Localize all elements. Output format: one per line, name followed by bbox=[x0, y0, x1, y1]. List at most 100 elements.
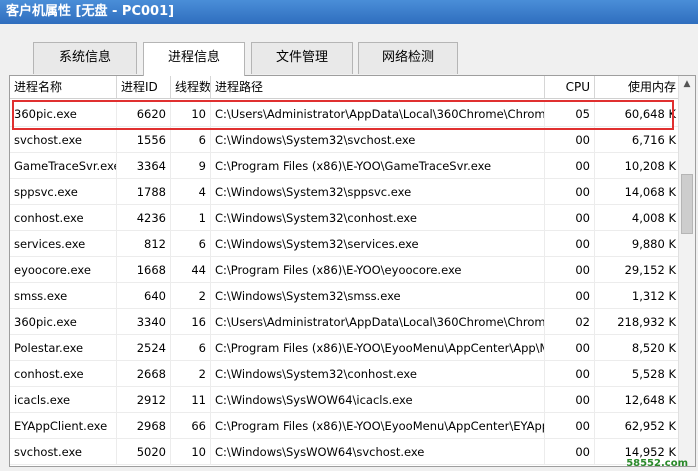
cell-threads: 2 bbox=[171, 283, 211, 309]
tab-process-info[interactable]: 进程信息 bbox=[143, 42, 245, 76]
cell-path: C:\Users\Administrator\AppData\Local\360… bbox=[211, 101, 545, 127]
process-table-panel: 进程名称 进程ID 线程数 进程路径 CPU 使用内存 360pic.exe 66… bbox=[9, 75, 696, 467]
table-row[interactable]: eyoocore.exe 1668 44 C:\Program Files (x86)… bbox=[10, 257, 680, 283]
column-header-threads[interactable]: 线程数 bbox=[171, 76, 211, 98]
cell-path: C:\Windows\System32\services.exe bbox=[211, 231, 545, 257]
cell-pid: 1668 bbox=[117, 257, 171, 283]
cell-threads: 10 bbox=[171, 101, 211, 127]
cell-cpu: 00 bbox=[545, 231, 595, 257]
cell-pid: 1788 bbox=[117, 179, 171, 205]
table-row[interactable]: smss.exe 640 2 C:\Windows\System32\smss.exe… bbox=[10, 283, 680, 309]
cell-name: smss.exe bbox=[10, 283, 117, 309]
cell-memory: 62,952 K bbox=[624, 419, 676, 433]
table-row[interactable]: Polestar.exe 2524 6 C:\Program Files (x86)\… bbox=[10, 335, 680, 361]
cell-pid: 4236 bbox=[117, 205, 171, 231]
cell-path: C:\Program Files (x86)\E-YOO\eyoocore.ex… bbox=[211, 257, 545, 283]
tab-network-check[interactable]: 网络检测 bbox=[358, 42, 458, 74]
cell-pid: 2524 bbox=[117, 335, 171, 361]
tab-file-manager[interactable]: 文件管理 bbox=[251, 42, 353, 74]
cell-cpu: 00 bbox=[545, 387, 595, 413]
cell-path: C:\Windows\System32\conhost.exe bbox=[211, 205, 545, 231]
table-row[interactable]: conhost.exe 4236 1 C:\Windows\System32\conh… bbox=[10, 205, 680, 231]
cell-threads: 2 bbox=[171, 361, 211, 387]
vertical-scrollbar[interactable]: ▲ bbox=[678, 76, 695, 466]
cell-cpu: 00 bbox=[545, 153, 595, 179]
cell-threads: 9 bbox=[171, 153, 211, 179]
cell-path: C:\Program Files (x86)\E-YOO\GameTraceSv… bbox=[211, 153, 545, 179]
cell-memory: 10,208 K bbox=[624, 159, 676, 173]
cell-cpu: 02 bbox=[545, 309, 595, 335]
cell-cpu: 00 bbox=[545, 413, 595, 439]
table-row[interactable]: EYAppClient.exe 2968 66 C:\Program Files (x… bbox=[10, 413, 680, 439]
cell-path: C:\Windows\System32\svchost.exe bbox=[211, 127, 545, 153]
watermark: 58552.com bbox=[626, 458, 688, 469]
cell-cpu: 00 bbox=[545, 335, 595, 361]
table-row[interactable]: svchost.exe 1556 6 C:\Windows\System32\svch… bbox=[10, 127, 680, 153]
scrollbar-thumb[interactable] bbox=[681, 174, 693, 234]
cell-name: conhost.exe bbox=[10, 361, 117, 387]
cell-cpu: 00 bbox=[545, 439, 595, 465]
table-row[interactable]: 360pic.exe 3340 16 C:\Users\Administrator\A… bbox=[10, 309, 680, 335]
cell-name: Polestar.exe bbox=[10, 335, 117, 361]
cell-cpu: 00 bbox=[545, 257, 595, 283]
column-header-name[interactable]: 进程名称 bbox=[10, 76, 117, 98]
cell-threads: 1 bbox=[171, 205, 211, 231]
cell-threads: 11 bbox=[171, 387, 211, 413]
cell-cpu: 00 bbox=[545, 205, 595, 231]
cell-threads: 66 bbox=[171, 413, 211, 439]
cell-name: sppsvc.exe bbox=[10, 179, 117, 205]
cell-path: C:\Users\Administrator\AppData\Local\360… bbox=[211, 309, 545, 335]
tab-bar: 系统信息 进程信息 文件管理 网络检测 bbox=[0, 24, 698, 76]
cell-cpu: 00 bbox=[545, 127, 595, 153]
cell-threads: 4 bbox=[171, 179, 211, 205]
table-header: 进程名称 进程ID 线程数 进程路径 CPU 使用内存 bbox=[10, 76, 680, 99]
cell-name: eyoocore.exe bbox=[10, 257, 117, 283]
cell-cpu: 05 bbox=[545, 101, 595, 127]
cell-memory: 4,008 K bbox=[631, 211, 676, 225]
cell-pid: 5020 bbox=[117, 439, 171, 465]
table-row[interactable]: conhost.exe 2668 2 C:\Windows\System32\conh… bbox=[10, 361, 680, 387]
cell-memory: 218,932 K bbox=[617, 315, 676, 329]
cell-memory: 60,648 K bbox=[624, 107, 676, 121]
cell-pid: 3340 bbox=[117, 309, 171, 335]
cell-name: GameTraceSvr.exe bbox=[10, 153, 117, 179]
cell-pid: 640 bbox=[117, 283, 171, 309]
table-row[interactable]: sppsvc.exe 1788 4 C:\Windows\System32\sppsv… bbox=[10, 179, 680, 205]
table-row[interactable]: svchost.exe 5020 10 C:\Windows\SysWOW64\svc… bbox=[10, 439, 680, 465]
window-title: 客户机属性 [无盘 - PC001] bbox=[0, 0, 698, 24]
cell-name: services.exe bbox=[10, 231, 117, 257]
cell-memory: 29,152 K bbox=[624, 263, 676, 277]
cell-threads: 6 bbox=[171, 127, 211, 153]
cell-path: C:\Windows\SysWOW64\icacls.exe bbox=[211, 387, 545, 413]
cell-threads: 44 bbox=[171, 257, 211, 283]
cell-name: 360pic.exe bbox=[10, 101, 117, 127]
cell-memory: 6,716 K bbox=[631, 133, 676, 147]
cell-pid: 3364 bbox=[117, 153, 171, 179]
cell-cpu: 00 bbox=[545, 179, 595, 205]
column-header-memory[interactable]: 使用内存 bbox=[595, 76, 680, 98]
cell-name: icacls.exe bbox=[10, 387, 117, 413]
cell-memory: 9,880 K bbox=[631, 237, 676, 251]
table-row[interactable]: services.exe 812 6 C:\Windows\System32\serv… bbox=[10, 231, 680, 257]
cell-path: C:\Windows\System32\conhost.exe bbox=[211, 361, 545, 387]
table-row[interactable]: icacls.exe 2912 11 C:\Windows\SysWOW64\icac… bbox=[10, 387, 680, 413]
column-header-pid[interactable]: 进程ID bbox=[117, 76, 171, 98]
cell-memory: 5,528 K bbox=[631, 367, 676, 381]
cell-name: conhost.exe bbox=[10, 205, 117, 231]
cell-pid: 2968 bbox=[117, 413, 171, 439]
cell-name: svchost.exe bbox=[10, 127, 117, 153]
table-row[interactable]: GameTraceSvr.exe 3364 9 C:\Program Files (x… bbox=[10, 153, 680, 179]
cell-threads: 6 bbox=[171, 335, 211, 361]
cell-memory: 14,068 K bbox=[624, 185, 676, 199]
cell-pid: 2668 bbox=[117, 361, 171, 387]
tab-system-info[interactable]: 系统信息 bbox=[33, 42, 137, 74]
cell-name: svchost.exe bbox=[10, 439, 117, 465]
column-header-path[interactable]: 进程路径 bbox=[211, 76, 545, 98]
scroll-up-arrow-icon[interactable]: ▲ bbox=[679, 76, 695, 92]
column-header-cpu[interactable]: CPU bbox=[545, 76, 595, 98]
table-row[interactable]: 360pic.exe 6620 10 C:\Users\Administrator\A… bbox=[10, 101, 680, 127]
cell-name: EYAppClient.exe bbox=[10, 413, 117, 439]
cell-threads: 10 bbox=[171, 439, 211, 465]
cell-memory: 1,312 K bbox=[631, 289, 676, 303]
cell-path: C:\Program Files (x86)\E-YOO\EyooMenu\Ap… bbox=[211, 335, 545, 361]
